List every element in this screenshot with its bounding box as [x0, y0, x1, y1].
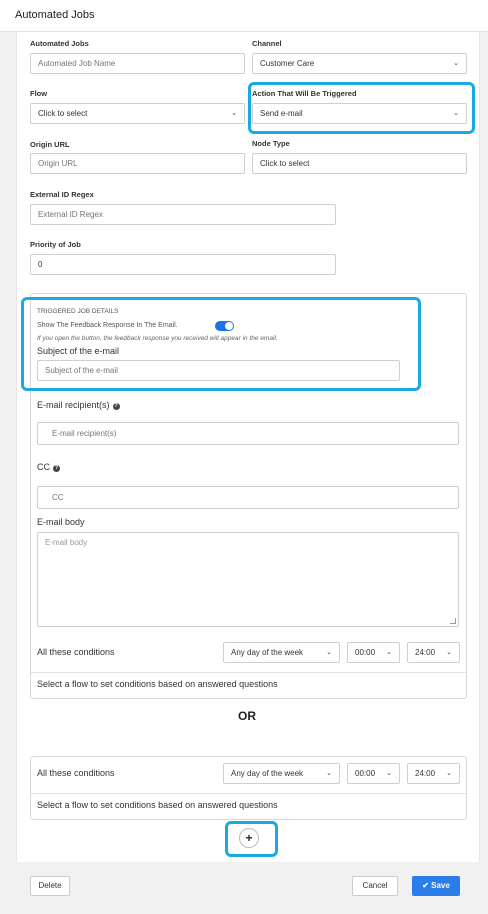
- subject-label: Subject of the e-mail: [37, 346, 120, 356]
- right-gutter: [480, 32, 488, 914]
- delete-button[interactable]: Delete: [30, 876, 70, 896]
- start-time-select[interactable]: 00:00 ⌄: [347, 642, 400, 663]
- action-value: Send e-mail: [260, 109, 303, 118]
- form-content: Automated Jobs Channel Customer Care ⌄ F…: [16, 32, 480, 862]
- channel-value: Customer Care: [260, 59, 315, 68]
- chevron-down-icon: ⌄: [446, 649, 452, 656]
- end-time-value: 24:00: [415, 648, 436, 657]
- question-circle-icon: ?: [112, 403, 120, 410]
- cc-label: CC?: [37, 462, 60, 472]
- day-value: Any day of the week: [231, 769, 304, 778]
- chevron-down-icon: ⌄: [386, 649, 392, 656]
- day-select[interactable]: Any day of the week ⌄: [223, 763, 340, 784]
- body-textarea[interactable]: E-mail body: [37, 532, 459, 627]
- feedback-hint: If you open the button, the feedback res…: [37, 335, 278, 342]
- conditions-label: All these conditions: [37, 768, 115, 778]
- feedback-toggle-label: Show The Feedback Response In The Email.: [37, 322, 178, 329]
- day-value: Any day of the week: [231, 648, 304, 657]
- chevron-down-icon: ⌄: [326, 649, 332, 656]
- resize-handle[interactable]: [450, 618, 456, 624]
- end-time-select[interactable]: 24:00 ⌄: [407, 642, 460, 663]
- recipient-input[interactable]: [37, 422, 459, 445]
- automated-jobs-label: Automated Jobs: [30, 39, 89, 48]
- action-select[interactable]: Send e-mail ⌄: [252, 103, 467, 124]
- subject-input[interactable]: [37, 360, 400, 381]
- or-separator: OR: [238, 709, 256, 723]
- save-label: Save: [431, 881, 450, 890]
- triggered-section-title: TRIGGERED JOB DETAILS: [37, 308, 119, 315]
- recipient-label: E-mail recipient(s)?: [37, 400, 120, 410]
- priority-label: Priority of Job: [30, 240, 81, 249]
- recipient-label-text: E-mail recipient(s): [37, 400, 110, 410]
- flow-label: Flow: [30, 89, 48, 98]
- check-icon: ✔: [422, 881, 429, 890]
- action-label: Action That Will Be Triggered: [252, 89, 357, 98]
- chevron-down-icon: ⌄: [326, 770, 332, 777]
- external-id-input[interactable]: [30, 204, 336, 225]
- feedback-toggle[interactable]: [215, 321, 234, 331]
- node-type-select[interactable]: Click to select: [252, 153, 467, 174]
- node-type-label: Node Type: [252, 139, 290, 148]
- chevron-down-icon: ⌄: [386, 770, 392, 777]
- chevron-down-icon: ⌄: [446, 770, 452, 777]
- day-select[interactable]: Any day of the week ⌄: [223, 642, 340, 663]
- flow-value: Click to select: [38, 109, 88, 118]
- start-time-select[interactable]: 00:00 ⌄: [347, 763, 400, 784]
- add-condition-button[interactable]: +: [239, 828, 259, 848]
- modal-footer: Delete Cancel ✔ Save: [16, 862, 480, 914]
- priority-input[interactable]: 0: [30, 254, 336, 275]
- channel-label: Channel: [252, 39, 282, 48]
- question-circle-icon: ?: [53, 465, 60, 472]
- node-type-value: Click to select: [260, 159, 310, 168]
- chevron-down-icon: ⌄: [231, 110, 237, 117]
- save-button[interactable]: ✔ Save: [412, 876, 460, 896]
- body-placeholder: E-mail body: [45, 538, 88, 547]
- cancel-button[interactable]: Cancel: [352, 876, 398, 896]
- body-label: E-mail body: [37, 517, 85, 527]
- conditions-label: All these conditions: [37, 647, 115, 657]
- start-time-value: 00:00: [355, 769, 376, 778]
- conditions-hint: Select a flow to set conditions based on…: [37, 679, 278, 689]
- cc-input[interactable]: [37, 486, 459, 509]
- chevron-down-icon: ⌄: [453, 110, 459, 117]
- chevron-down-icon: ⌄: [453, 60, 459, 67]
- automated-job-name-input[interactable]: [30, 53, 245, 74]
- start-time-value: 00:00: [355, 648, 376, 657]
- channel-select[interactable]: Customer Care ⌄: [252, 53, 467, 74]
- left-gutter: [0, 32, 16, 914]
- end-time-value: 24:00: [415, 769, 436, 778]
- origin-url-label: Origin URL: [30, 140, 70, 149]
- conditions-hint: Select a flow to set conditions based on…: [37, 800, 278, 810]
- toggle-knob: [225, 322, 233, 330]
- external-id-label: External ID Regex: [30, 190, 94, 199]
- origin-url-input[interactable]: [30, 153, 245, 174]
- flow-select[interactable]: Click to select ⌄: [30, 103, 245, 124]
- cc-label-text: CC: [37, 462, 50, 472]
- panel-divider: [31, 672, 466, 673]
- modal-title: Automated Jobs: [15, 9, 95, 21]
- panel-divider: [31, 793, 466, 794]
- end-time-select[interactable]: 24:00 ⌄: [407, 763, 460, 784]
- modal-header: Automated Jobs: [0, 0, 488, 32]
